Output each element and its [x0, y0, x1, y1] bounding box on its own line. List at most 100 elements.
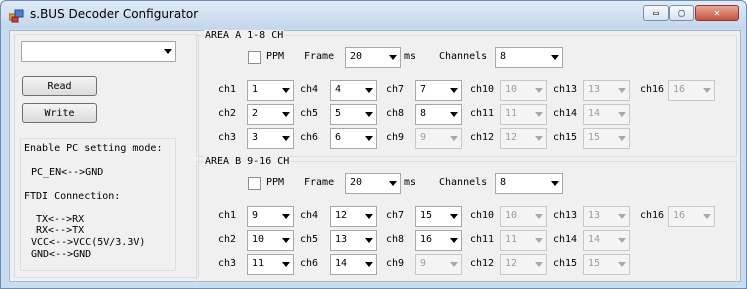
- channel-select: 16: [668, 206, 715, 227]
- chevron-down-icon: [618, 214, 626, 219]
- channel-select[interactable]: 8: [415, 104, 462, 125]
- channel-label: ch8: [386, 108, 405, 119]
- channel-label: ch9: [386, 258, 405, 269]
- chevron-down-icon: [164, 49, 172, 54]
- channel-select: 16: [668, 80, 715, 101]
- channel-select-value: 13: [588, 210, 601, 221]
- app-window: s.BUS Decoder Configurator ▭ ▢ ✕ Read Wr…: [0, 0, 747, 289]
- channel-select[interactable]: 10: [247, 230, 294, 251]
- chevron-down-icon: [450, 112, 458, 117]
- channel-select-value: 10: [505, 84, 518, 95]
- title-bar[interactable]: s.BUS Decoder Configurator ▭ ▢ ✕: [1, 1, 746, 29]
- info-box: Enable PC setting mode: PC_EN<-->GND FTD…: [20, 138, 176, 271]
- channel-select: 12: [500, 128, 547, 149]
- chevron-down-icon: [551, 55, 559, 60]
- channel-select[interactable]: 2: [247, 104, 294, 125]
- write-button[interactable]: Write: [22, 103, 97, 123]
- maximize-icon: ▢: [678, 7, 685, 19]
- info-pc-en: PC_EN<-->GND: [31, 167, 104, 178]
- channel-select-value: 9: [420, 258, 427, 269]
- channel-select[interactable]: 11: [247, 254, 294, 275]
- frame-select[interactable]: 20: [345, 173, 401, 194]
- chevron-down-icon: [535, 214, 543, 219]
- channel-select[interactable]: 12: [330, 206, 377, 227]
- chevron-down-icon: [365, 238, 373, 243]
- channel-label: ch10: [470, 210, 495, 221]
- channel-select-value: 6: [335, 132, 342, 143]
- channel-select-value: 14: [588, 108, 601, 119]
- frame-label: Frame: [304, 51, 335, 62]
- chevron-down-icon: [365, 112, 373, 117]
- read-button[interactable]: Read: [22, 76, 97, 96]
- channel-select[interactable]: 14: [330, 254, 377, 275]
- channel-select: 14: [583, 230, 630, 251]
- ppm-checkbox[interactable]: [248, 51, 261, 64]
- channels-label: Channels: [439, 177, 488, 188]
- frame-label: Frame: [304, 177, 335, 188]
- channel-select-value: 3: [252, 132, 259, 143]
- channel-select[interactable]: 6: [330, 128, 377, 149]
- channel-select[interactable]: 13: [330, 230, 377, 251]
- channel-select[interactable]: 15: [415, 206, 462, 227]
- channel-select[interactable]: 7: [415, 80, 462, 101]
- channel-label: ch3: [218, 258, 237, 269]
- channel-select[interactable]: 9: [247, 206, 294, 227]
- channel-select-value: 7: [420, 84, 427, 95]
- channel-select[interactable]: 1: [247, 80, 294, 101]
- channel-label: ch2: [218, 108, 237, 119]
- channel-select: 13: [583, 80, 630, 101]
- channel-label: ch14: [553, 108, 578, 119]
- chevron-down-icon: [618, 262, 626, 267]
- channel-label: ch6: [300, 132, 319, 143]
- channel-label: ch1: [218, 210, 237, 221]
- channel-label: ch13: [553, 210, 578, 221]
- channels-select[interactable]: 8: [495, 173, 563, 194]
- chevron-down-icon: [365, 136, 373, 141]
- channels-select[interactable]: 8: [495, 47, 563, 68]
- channel-label: ch6: [300, 258, 319, 269]
- channel-select-value: 10: [505, 210, 518, 221]
- channels-select-value: 8: [500, 51, 507, 62]
- channel-label: ch14: [553, 234, 578, 245]
- channel-select-value: 16: [420, 234, 433, 245]
- frame-select[interactable]: 20: [345, 47, 401, 68]
- chevron-down-icon: [450, 214, 458, 219]
- chevron-down-icon: [535, 136, 543, 141]
- client-area: Read Write Enable PC setting mode: PC_EN…: [9, 30, 741, 283]
- channel-select-value: 15: [588, 132, 601, 143]
- chevron-down-icon: [618, 112, 626, 117]
- chevron-down-icon: [703, 214, 711, 219]
- ppm-checkbox[interactable]: [248, 177, 261, 190]
- channel-label: ch4: [300, 84, 319, 95]
- channel-select[interactable]: 5: [330, 104, 377, 125]
- channel-select-value: 4: [335, 84, 342, 95]
- frame-select-value: 20: [350, 51, 363, 62]
- chevron-down-icon: [618, 88, 626, 93]
- channels-select-value: 8: [500, 177, 507, 188]
- chevron-down-icon: [282, 214, 290, 219]
- info-gnd: GND<-->GND: [31, 249, 92, 260]
- channel-select-value: 8: [420, 108, 427, 119]
- port-select[interactable]: [21, 41, 176, 62]
- channel-select[interactable]: 16: [415, 230, 462, 251]
- area-title: AREA A 1-8 CH: [204, 30, 285, 41]
- minimize-button[interactable]: ▭: [643, 5, 669, 21]
- ppm-label: PPM: [266, 51, 285, 62]
- chevron-down-icon: [535, 238, 543, 243]
- channel-select[interactable]: 3: [247, 128, 294, 149]
- channel-select-value: 13: [588, 84, 601, 95]
- channel-select: 14: [583, 104, 630, 125]
- channel-select-value: 10: [252, 234, 265, 245]
- channel-select[interactable]: 4: [330, 80, 377, 101]
- chevron-down-icon: [618, 136, 626, 141]
- channel-label: ch12: [470, 258, 495, 269]
- channel-label: ch2: [218, 234, 237, 245]
- chevron-down-icon: [703, 88, 711, 93]
- close-button[interactable]: ✕: [695, 5, 739, 21]
- channel-select-value: 12: [335, 210, 348, 221]
- area-title: AREA B 9-16 CH: [204, 156, 291, 167]
- chevron-down-icon: [618, 238, 626, 243]
- channel-label: ch16: [640, 84, 665, 95]
- maximize-button[interactable]: ▢: [669, 5, 694, 21]
- chevron-down-icon: [282, 88, 290, 93]
